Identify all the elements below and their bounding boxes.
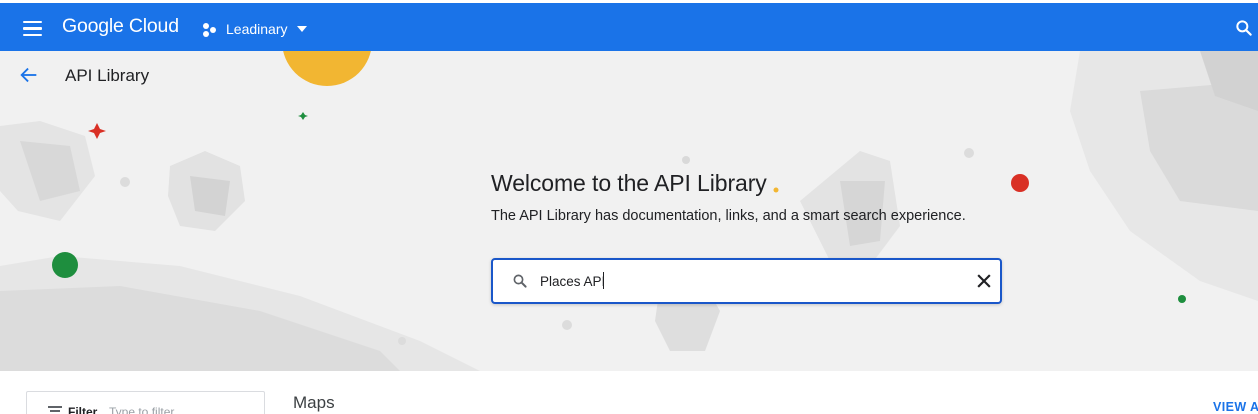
filter-input[interactable] <box>109 403 249 414</box>
filter-label: Filter <box>68 405 98 414</box>
hero-title: Welcome to the API Library <box>491 170 767 196</box>
top-app-bar: Google Cloud Leadinary <box>0 0 1258 51</box>
app-root: Google Cloud Leadinary API Library Welco… <box>0 0 1258 414</box>
filter-panel: Filter <box>26 391 265 414</box>
page-title: API Library <box>65 66 150 85</box>
filter-icon <box>48 406 62 414</box>
section-title: Maps <box>293 393 335 412</box>
hero-subtitle: The API Library has documentation, links… <box>491 208 966 224</box>
arrow-back-icon[interactable] <box>18 64 40 86</box>
view-all-link[interactable]: VIEW AI <box>1213 400 1258 414</box>
library-content: Filter Maps VIEW AI <box>0 371 1258 414</box>
project-selector[interactable]: Leadinary <box>203 16 307 42</box>
project-icon <box>203 21 219 37</box>
api-search-box[interactable] <box>491 258 1002 304</box>
close-icon[interactable] <box>974 271 994 291</box>
text-cursor <box>603 272 604 289</box>
search-icon[interactable] <box>1234 18 1254 38</box>
search-icon <box>513 274 527 288</box>
menu-icon[interactable] <box>21 17 45 39</box>
project-name: Leadinary <box>226 21 288 37</box>
google-cloud-logo[interactable]: Google Cloud <box>62 15 179 38</box>
chevron-down-icon <box>296 26 307 32</box>
